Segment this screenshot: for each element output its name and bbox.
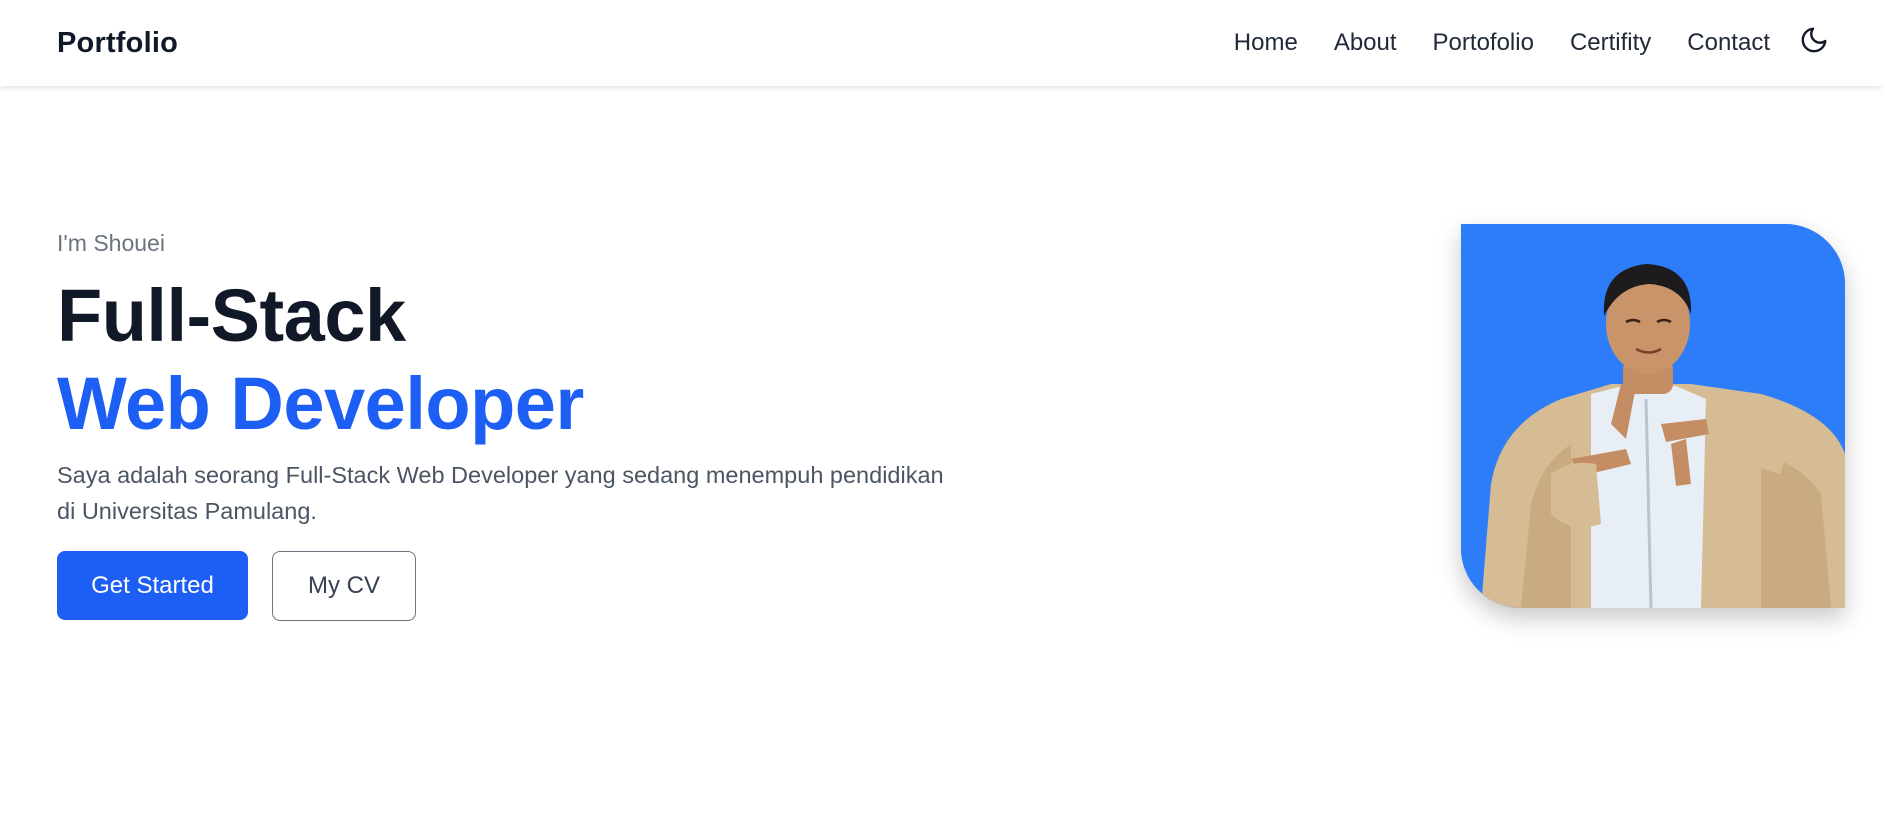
profile-photo-illustration (1461, 224, 1845, 608)
nav-link-portofolio[interactable]: Portofolio (1433, 29, 1534, 56)
brand-logo[interactable]: Portfolio (57, 27, 178, 60)
nav-item-about: About (1334, 29, 1397, 57)
hero-actions: Get Started My CV (57, 551, 1057, 622)
nav-item-home: Home (1234, 29, 1298, 57)
nav-link-home[interactable]: Home (1234, 29, 1298, 56)
nav-item-portofolio: Portofolio (1433, 29, 1534, 57)
nav-item-contact: Contact (1687, 29, 1770, 57)
hero-greeting: I'm Shouei (57, 230, 165, 256)
hero-section: I'm Shouei Full-Stack Web Developer Saya… (57, 230, 1057, 622)
profile-photo (1461, 224, 1845, 608)
nav-right: Home About Portofolio Certifity Contact (1234, 27, 1832, 58)
hero-description: Saya adalah seorang Full-Stack Web Devel… (57, 462, 944, 525)
moon-icon (1801, 27, 1827, 53)
get-started-button[interactable]: Get Started (57, 551, 248, 621)
nav-item-certifity: Certifity (1570, 29, 1651, 57)
my-cv-button[interactable]: My CV (272, 551, 416, 622)
nav-link-certifity[interactable]: Certifity (1570, 29, 1651, 56)
nav-link-about[interactable]: About (1334, 29, 1397, 56)
theme-toggle-button[interactable] (1796, 22, 1832, 58)
navbar: Portfolio Home About Portofolio Certifit… (0, 0, 1882, 86)
nav-links: Home About Portofolio Certifity Contact (1234, 29, 1770, 57)
nav-link-contact[interactable]: Contact (1687, 29, 1770, 56)
hero-title-line2: Web Developer (57, 362, 584, 446)
hero-title-line1: Full-Stack (57, 273, 406, 357)
